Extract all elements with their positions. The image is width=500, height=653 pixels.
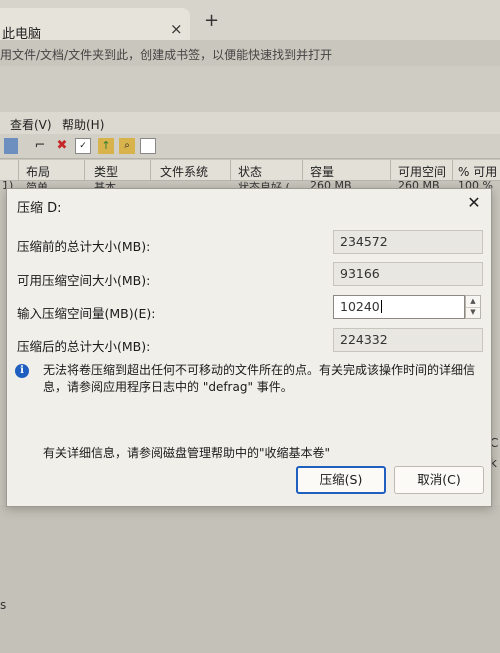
available-shrink-value: 93166 xyxy=(340,266,380,281)
connect-icon[interactable]: ⌐ xyxy=(32,138,48,154)
column-divider xyxy=(302,160,303,180)
total-size-before-value: 234572 xyxy=(340,234,388,249)
window-backdrop xyxy=(0,505,500,653)
text-caret xyxy=(380,300,382,313)
column-divider xyxy=(230,160,231,180)
partial-text: s xyxy=(0,598,7,612)
column-divider xyxy=(18,160,19,180)
folder-up-icon[interactable]: ↑ xyxy=(98,138,114,154)
delete-icon[interactable]: ✖ xyxy=(54,138,70,154)
help-text: 有关详细信息，请参阅磁盘管理帮助中的"收缩基本卷" xyxy=(43,446,331,460)
available-shrink-field: 93166 xyxy=(333,262,483,286)
column-layout[interactable]: 布局 xyxy=(26,163,50,180)
column-type[interactable]: 类型 xyxy=(94,163,118,180)
total-size-before-field: 234572 xyxy=(333,230,483,254)
toolbar: ⌐ ✖ ✓ ↑ ⌕ xyxy=(0,134,500,159)
menu-help[interactable]: 帮助(H) xyxy=(62,116,104,133)
menu-bar: 查看(V) 帮助(H) xyxy=(0,112,500,134)
shrink-button[interactable]: 压缩(S) xyxy=(296,466,386,494)
info-icon: i xyxy=(15,364,29,378)
tab-title: 此电脑 xyxy=(2,27,42,42)
window-backdrop xyxy=(0,66,500,112)
list-view-icon[interactable] xyxy=(140,138,156,154)
dialog-title: 压缩 D: xyxy=(17,201,62,216)
menu-view[interactable]: 查看(V) xyxy=(10,116,52,133)
new-tab-icon[interactable]: + xyxy=(204,10,219,31)
shrink-amount-spinner[interactable]: ▲ ▼ xyxy=(465,295,481,319)
shrink-amount-value: 10240 xyxy=(340,299,380,314)
column-divider xyxy=(452,160,453,180)
total-size-after-value: 224332 xyxy=(340,332,388,347)
back-icon[interactable] xyxy=(4,138,18,154)
folder-search-icon[interactable]: ⌕ xyxy=(119,138,135,154)
column-filesystem[interactable]: 文件系统 xyxy=(160,163,208,180)
shrink-dialog: 压缩 D: ✕ 压缩前的总计大小(MB): 234572 可用压缩空间大小(MB… xyxy=(6,188,492,507)
total-size-after-field: 224332 xyxy=(333,328,483,352)
shrink-amount-input[interactable]: 10240 xyxy=(333,295,465,319)
volume-list-header: 布局 类型 文件系统 状态 容量 可用空间 % 可用 xyxy=(0,160,500,181)
browser-tab[interactable]: 此电脑 × xyxy=(0,8,190,42)
column-capacity[interactable]: 容量 xyxy=(310,163,334,180)
shrink-amount-label: 输入压缩空间量(MB)(E): xyxy=(17,306,156,321)
warning-text: 无法将卷压缩到超出任何不可移动的文件所在的点。有关完成该操作时间的详细信息，请参… xyxy=(43,363,476,394)
column-status[interactable]: 状态 xyxy=(238,163,262,180)
total-size-after-label: 压缩后的总计大小(MB): xyxy=(17,339,151,354)
close-icon[interactable]: ✕ xyxy=(461,191,487,215)
bookmark-hint: 用文件/文档/文件夹到此，创建成书签，以便能快速找到并打开 xyxy=(0,48,333,62)
column-divider xyxy=(150,160,151,180)
available-shrink-label: 可用压缩空间大小(MB): xyxy=(17,273,151,288)
tab-close-icon[interactable]: × xyxy=(170,20,183,38)
spinner-down-icon[interactable]: ▼ xyxy=(466,307,480,318)
column-percent-free[interactable]: % 可用 xyxy=(458,163,497,180)
column-divider xyxy=(390,160,391,180)
properties-icon[interactable]: ✓ xyxy=(75,138,91,154)
column-free-space[interactable]: 可用空间 xyxy=(398,163,446,180)
browser-tab-bar: 此电脑 × + xyxy=(0,0,500,42)
total-size-before-label: 压缩前的总计大小(MB): xyxy=(17,239,151,254)
column-divider xyxy=(84,160,85,180)
cancel-button[interactable]: 取消(C) xyxy=(394,466,484,494)
